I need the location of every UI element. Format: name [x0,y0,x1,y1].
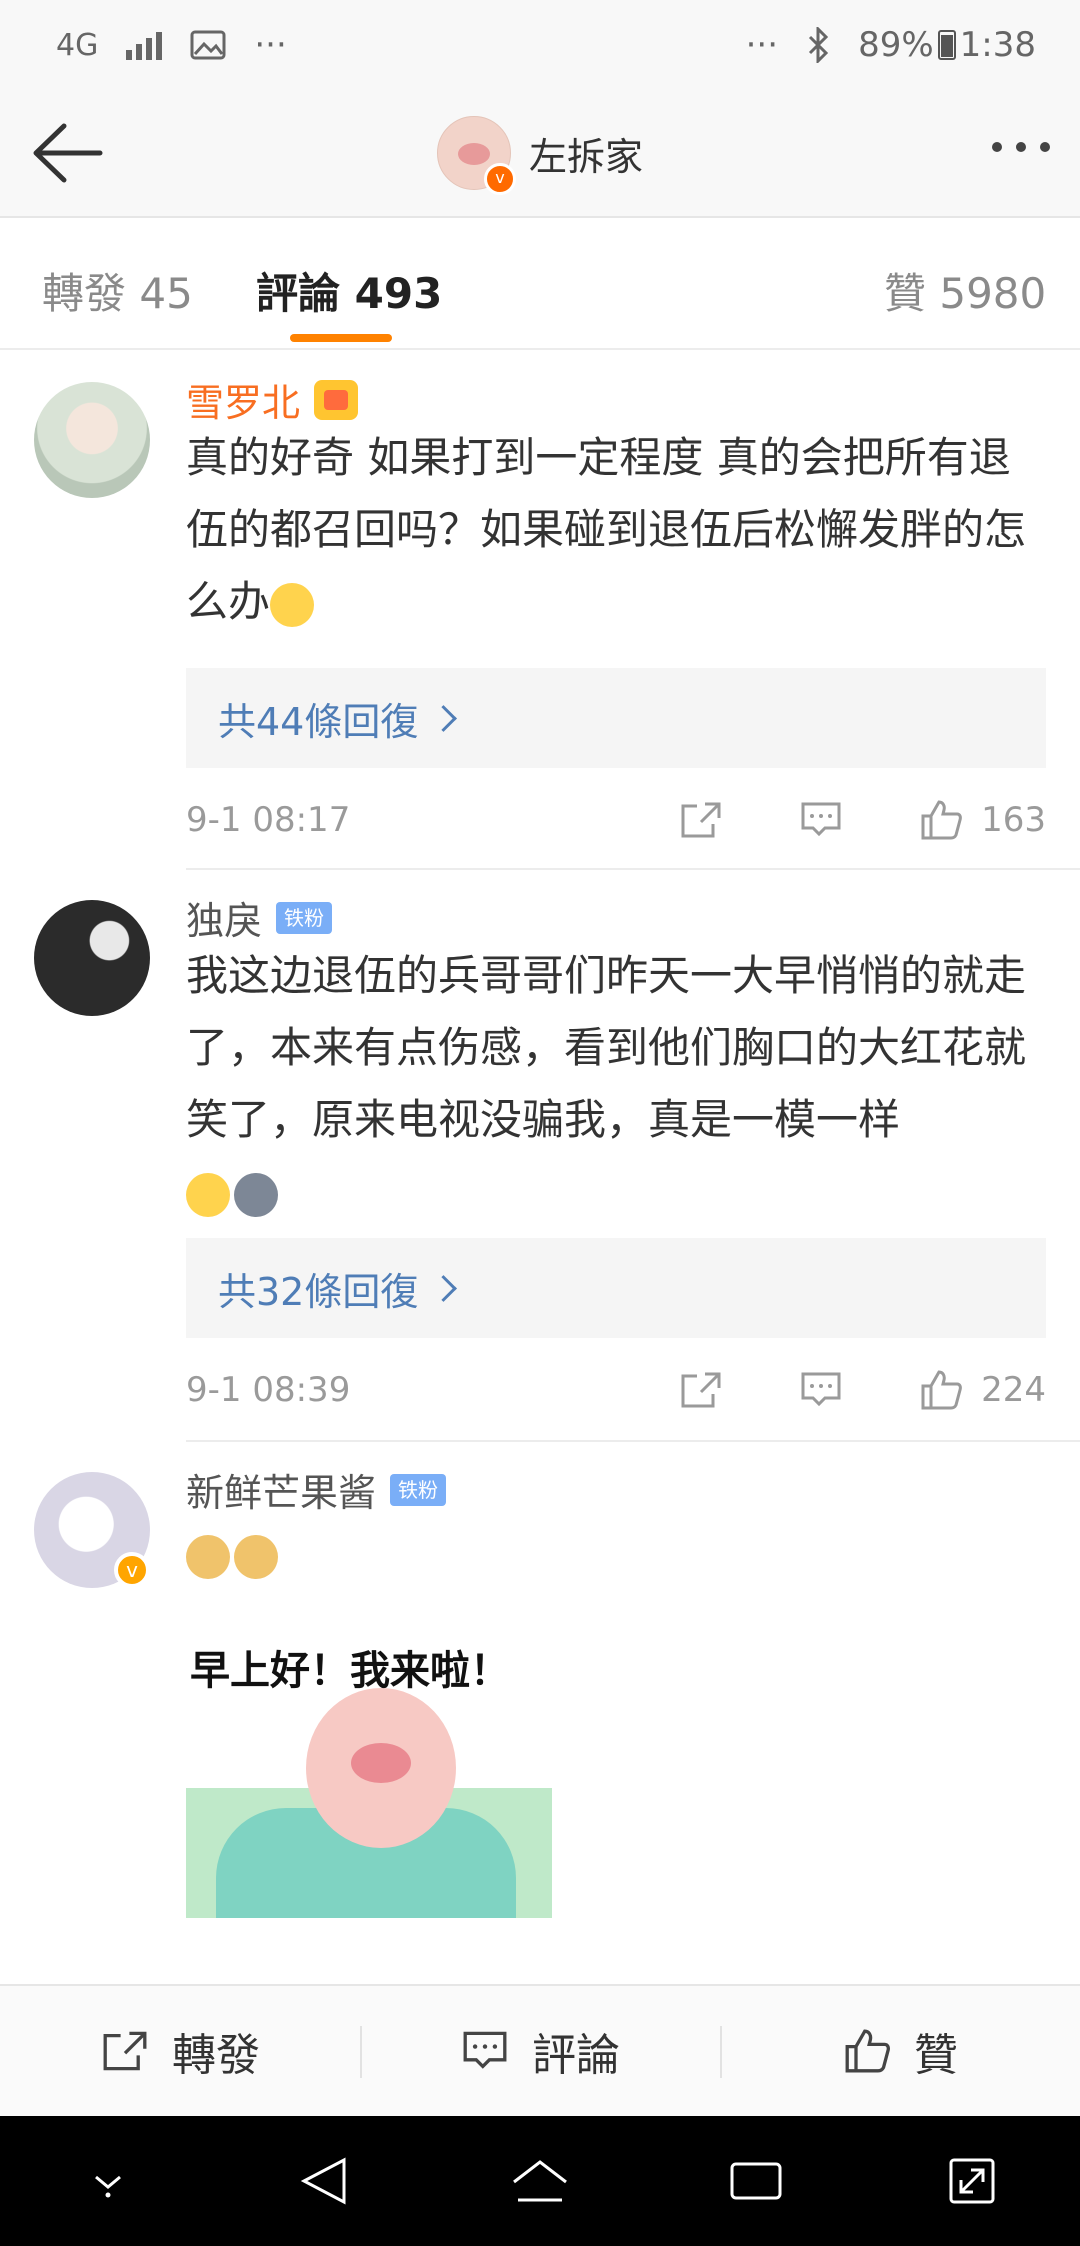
comment-item: v 新鲜芒果酱 铁粉 早上好！我来啦！ [0,1442,1080,1984]
husky-emoji-icon [234,1172,278,1217]
comment-username[interactable]: 独戾 [186,890,262,945]
laugh-cry-emoji-icon [270,582,315,627]
comment-item: 雪罗北 真的好奇 如果打到一定程度 真的会把所有退伍的都召回吗？如果碰到退伍后松… [0,352,1080,870]
fan-badge: 铁粉 [390,1473,447,1506]
tab-bar: 轉發 45 評論 493 贊 5980 [0,218,1080,350]
more-icon[interactable] [992,142,1050,152]
comment-text: 真的好奇 如果打到一定程度 真的会把所有退伍的都召回吗？如果碰到退伍后松懈发胖的… [186,422,1046,638]
sticker-image[interactable]: 早上好！我来啦！ [186,1638,552,1918]
verified-badge-icon: v [483,163,516,195]
fan-badge: 铁粉 [276,901,333,934]
bottom-action-bar: 轉發 評論 贊 [0,1984,1080,2116]
battery-icon [937,30,956,60]
comment-icon[interactable] [799,1370,843,1410]
comment-username[interactable]: 新鲜芒果酱 [186,1462,376,1517]
comment-user[interactable]: 独戾 铁粉 [186,890,333,945]
recents-nav-icon[interactable] [721,2146,791,2216]
like-count: 224 [981,1370,1046,1410]
crown-icon [314,379,359,420]
sticker-caption: 早上好！我来啦！ [190,1648,510,1694]
status-dots-left: ··· [254,25,287,65]
avatar[interactable] [34,382,150,498]
comment-time: 9-1 08:39 [186,1370,351,1410]
comment-icon[interactable] [799,800,843,840]
comment-meta: 9-1 08:17 163 [186,790,1046,850]
comment-text [186,1518,1046,1590]
comment-user[interactable]: 雪罗北 [186,372,359,427]
replies-link[interactable]: 共32條回復 [186,1238,1046,1338]
comment-user[interactable]: 新鲜芒果酱 铁粉 [186,1462,447,1517]
comment-text-content: 我这边退伍的兵哥哥们昨天一大早悄悄的就走了，本来有点伤感，看到他们胸口的大红花就… [186,951,1027,1144]
battery-percent: 89% [858,25,934,65]
comment-icon [463,2031,507,2069]
expand-nav-icon[interactable] [937,2146,1007,2216]
active-tab-indicator [290,334,392,342]
avatar[interactable]: v [34,1472,150,1588]
replies-label: 共44條回復 [218,699,419,744]
thumbs-up-icon[interactable] [919,1370,963,1410]
comment-text: 我这边退伍的兵哥哥们昨天一大早悄悄的就走了，本来有点伤感，看到他们胸口的大红花就… [186,940,1046,1228]
pig-avatar[interactable]: v [436,116,516,195]
hide-keyboard-icon[interactable] [73,2146,143,2216]
signal-icon [126,30,163,60]
status-bar: 4G ··· ··· 89% 1:38 [0,0,1080,90]
home-nav-icon[interactable] [505,2146,575,2216]
verified-badge-icon: v [114,1552,150,1588]
comment-username[interactable]: 雪罗北 [186,372,300,427]
laugh-cry-emoji-icon [186,1172,230,1217]
bluetooth-icon [809,27,829,63]
share-icon[interactable] [679,1370,723,1410]
repost-button[interactable]: 轉發 [0,1986,360,2116]
tab-likes[interactable]: 贊 5980 [884,260,1046,321]
share-icon[interactable] [679,800,723,840]
nav-title-group[interactable]: v 左拆家 [0,116,1080,195]
doge-emoji-icon [234,1534,278,1579]
nav-title: 左拆家 [528,134,643,179]
replies-label: 共32條回復 [218,1269,419,1314]
like-button[interactable]: 贊 [720,1986,1080,2116]
comment-item: 独戾 铁粉 我这边退伍的兵哥哥们昨天一大早悄悄的就走了，本来有点伤感，看到他们胸… [0,870,1080,1442]
repost-label: 轉發 [172,2030,260,2081]
top-nav: v 左拆家 [0,90,1080,218]
tab-comments[interactable]: 評論 493 [256,260,442,321]
thumbs-up-icon [845,2029,890,2073]
clock: 1:38 [959,25,1036,65]
replies-link[interactable]: 共44條回復 [186,668,1046,768]
status-right: ··· 89% 1:38 [746,25,1036,65]
chevron-right-icon [430,1274,458,1302]
thumbs-up-icon[interactable] [919,800,963,840]
status-dots-right: ··· [745,25,779,65]
system-nav-bar [0,2116,1080,2246]
comment-meta: 9-1 08:39 224 [186,1360,1046,1420]
tab-repost[interactable]: 轉發 45 [42,260,193,321]
back-nav-icon[interactable] [289,2146,359,2216]
share-icon [103,2031,147,2071]
network-type: 4G [56,27,99,63]
doge-emoji-icon [186,1534,230,1579]
comment-label: 評論 [532,2030,620,2081]
like-label: 贊 [914,2030,958,2081]
like-count: 163 [981,800,1046,840]
image-icon [190,30,226,60]
snout-icon [457,143,490,165]
chevron-right-icon [430,704,458,732]
avatar[interactable] [34,900,150,1016]
pig-illustration [306,1688,456,1848]
comment-time: 9-1 08:17 [186,800,351,840]
comment-button[interactable]: 評論 [360,1986,720,2116]
status-left: 4G ··· [56,25,287,65]
